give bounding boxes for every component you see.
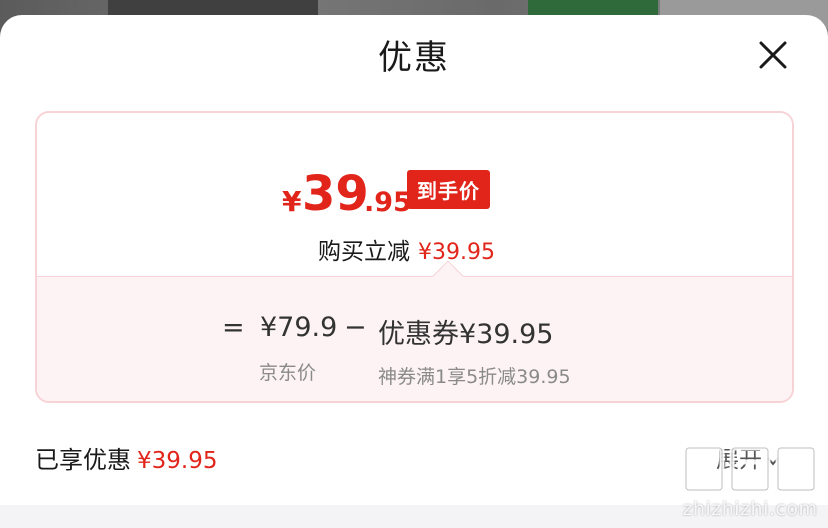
chevron-down-icon [767,456,779,466]
sheet-title: 优惠 [378,38,450,78]
final-price-currency: ¥ [282,185,302,218]
instant-discount-row: 购买立减 ¥39.95 [318,232,495,266]
base-price-caption: 京东价 [259,362,317,384]
final-price-integer: 39 [302,166,369,222]
coupon-amount: 优惠券¥39.95 [378,319,554,350]
coupon-caption: 神券满1享5折减39.95 [378,366,571,388]
instant-discount-label: 购买立减 [318,239,410,265]
bottom-divider [0,505,828,528]
enjoyed-discount-summary: 已享优惠 ¥39.95 [35,440,217,475]
base-price: ¥79.9 [260,312,338,343]
final-price: ¥ 39 .95 [282,165,702,225]
expand-label: 展开 [716,447,762,473]
price-formula: = ¥79.9 − 优惠券¥39.95 [222,312,582,350]
enjoyed-discount-amount: ¥39.95 [137,448,218,474]
final-price-tag: 到手价 [407,170,490,209]
minus-sign: − [344,312,367,343]
equals-sign: = [222,312,245,343]
enjoyed-discount-label: 已享优惠 [35,446,131,474]
instant-discount-amount: ¥39.95 [418,240,495,265]
close-icon [759,41,787,69]
expand-button[interactable]: 展开 [716,440,780,474]
final-price-decimal: .95 [364,187,412,218]
close-button[interactable] [752,34,794,76]
